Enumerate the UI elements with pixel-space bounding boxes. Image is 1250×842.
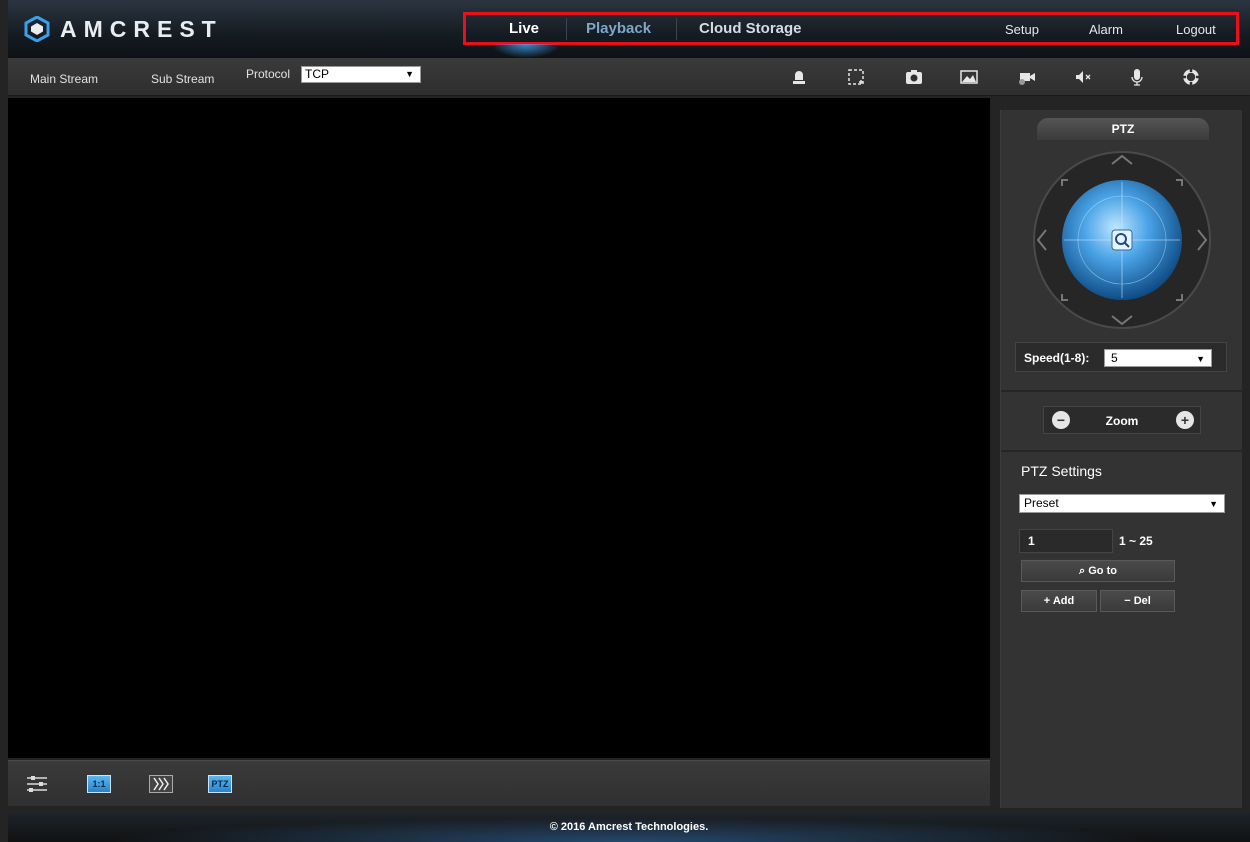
image-adjust-icon[interactable] [958,66,980,88]
page-footer: © 2016 Amcrest Technologies. [8,814,1250,842]
amcrest-live-view: AMCREST Live Playback Cloud Storage Setu… [0,0,1250,842]
snapshot-icon[interactable] [903,66,925,88]
nav-cloud-storage[interactable]: Cloud Storage [699,20,802,40]
dropdown-arrow-icon: ▼ [405,69,414,79]
minus-icon: − [1124,595,1131,607]
protocol-select[interactable]: TCP ▼ [301,66,421,83]
ptz-mode-select[interactable]: Preset ▼ [1019,494,1225,513]
nav-live[interactable]: Live [509,20,539,40]
nav-logout[interactable]: Logout [1176,22,1216,42]
speed-value: 5 [1111,351,1118,365]
sub-stream-link[interactable]: Sub Stream [151,72,214,86]
dropdown-arrow-icon: ▼ [1209,499,1218,509]
live-video-area[interactable] [8,98,990,758]
zoom-in-button[interactable]: + [1176,411,1194,429]
nav-separator [676,18,677,40]
fullscreen-icon[interactable] [1180,66,1202,88]
goto-preset-button[interactable]: ⌕ Go to [1021,560,1175,582]
search-icon: ⌕ [1079,565,1086,577]
speed-row: Speed(1-8): 5 ▼ [1015,342,1227,372]
ptz-panel-tab: PTZ [1037,118,1209,140]
copyright-text: © 2016 Amcrest Technologies. [549,821,709,833]
alarm-icon[interactable] [788,66,810,88]
ptz-direction-dial[interactable] [1032,150,1212,330]
dropdown-arrow-icon: ▼ [1196,354,1205,364]
panel-divider [1001,450,1243,452]
zoom-region-icon[interactable] [845,66,867,88]
video-bottom-bar: 1:1 PTZ [8,760,990,806]
add-preset-button[interactable]: + Add [1021,590,1097,612]
microphone-icon[interactable] [1126,66,1148,88]
nav-separator [566,18,567,40]
top-header: AMCREST Live Playback Cloud Storage Setu… [8,0,1250,58]
live-toolbar: Main Stream Sub Stream Protocol TCP ▼ [8,58,1250,96]
brand-logo: AMCREST [24,16,223,42]
ptz-toggle-button[interactable]: PTZ [207,774,233,794]
protocol-label: Protocol [246,67,291,81]
ptz-panel: PTZ Speed(1-8): 5 ▼ − Zoom + PTZ Setting… [1000,110,1243,808]
ptz-settings-title: PTZ Settings [1021,463,1102,479]
preset-range: 1 ~ 25 [1119,534,1153,548]
plus-icon: + [1043,595,1051,607]
audio-mute-icon[interactable] [1072,66,1094,88]
record-icon[interactable] [1016,66,1038,88]
ptz-toggle-label: PTZ [208,775,232,793]
brand-name: AMCREST [60,15,223,42]
active-tab-glow [491,44,561,58]
main-stream-link[interactable]: Main Stream [30,72,98,86]
goto-label: Go to [1088,565,1117,577]
del-label: Del [1133,595,1151,607]
plus-icon: + [1180,412,1190,428]
ratio-1-1-button[interactable]: 1:1 [86,774,112,794]
zoom-control: − Zoom + [1043,406,1201,434]
delete-preset-button[interactable]: − Del [1100,590,1175,612]
fluency-icon[interactable] [148,774,174,794]
ptz-mode-value: Preset [1024,496,1059,510]
protocol-value: TCP [305,67,329,81]
nav-alarm[interactable]: Alarm [1089,22,1123,42]
ratio-label: 1:1 [87,775,111,793]
panel-divider [1001,390,1243,392]
speed-label: Speed(1-8): [1024,351,1090,365]
speed-select[interactable]: 5 ▼ [1104,349,1212,367]
nav-setup[interactable]: Setup [1005,22,1039,42]
add-label: Add [1052,595,1075,607]
amcrest-logo-icon [24,16,50,42]
preset-number-input[interactable]: 1 [1019,529,1113,553]
nav-playback[interactable]: Playback [586,20,651,40]
sliders-icon[interactable] [24,774,50,794]
